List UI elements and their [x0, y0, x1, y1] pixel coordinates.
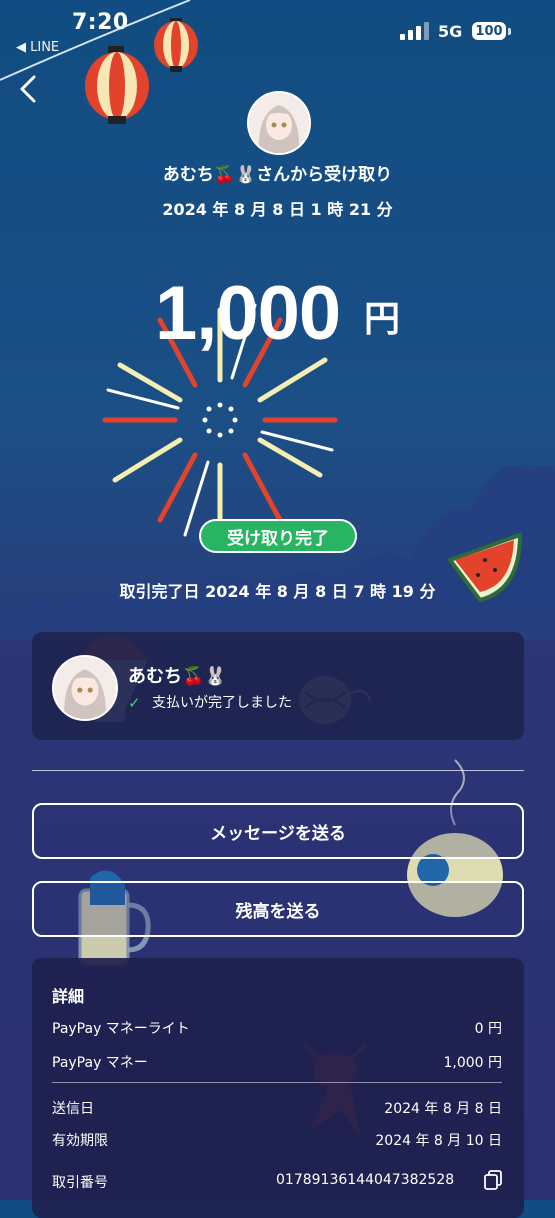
money-label: PayPay マネー	[52, 1055, 148, 1071]
battery-icon: 100	[472, 22, 506, 40]
money-lite-label: PayPay マネーライト	[52, 1021, 190, 1037]
received-date: 2024 年 8 月 8 日 1 時 21 分	[162, 200, 393, 219]
check-icon: ✓	[128, 694, 141, 712]
expiry-value: 2024 年 8 月 10 日	[375, 1133, 502, 1149]
sent-date-value: 2024 年 8 月 8 日	[384, 1101, 502, 1117]
transaction-completed-date: 取引完了日 2024 年 8 月 8 日 7 時 19 分	[119, 582, 436, 601]
status-badge: 受け取り完了	[199, 519, 357, 553]
transaction-id-label: 取引番号	[52, 1175, 108, 1191]
divider	[32, 770, 524, 771]
transaction-id-value: 01789136144047382528	[276, 1172, 455, 1188]
status-time: 7:20	[72, 10, 129, 35]
details-divider	[52, 1082, 502, 1083]
signal-strength-icon	[400, 22, 429, 40]
send-balance-button[interactable]: 残高を送る	[32, 881, 524, 937]
copy-icon[interactable]	[484, 1170, 502, 1190]
sent-date-label: 送信日	[52, 1101, 94, 1117]
lantern-small	[154, 18, 198, 72]
expiry-label: 有効期限	[52, 1133, 108, 1149]
sender-avatar	[247, 91, 311, 155]
money-lite-value: 0 円	[474, 1021, 502, 1037]
payer-avatar[interactable]	[52, 655, 118, 721]
payer-name: あむち🍒🐰	[128, 666, 227, 687]
battery-cap	[508, 28, 511, 35]
payment-status-text: 支払いが完了しました	[152, 695, 292, 711]
network-type: 5G	[438, 22, 463, 41]
lantern-large	[85, 46, 149, 124]
details-title: 詳細	[52, 987, 85, 1006]
money-value: 1,000 円	[443, 1055, 502, 1071]
back-to-line-link[interactable]: ◀ LINE	[16, 40, 59, 55]
amount-unit: 円	[364, 299, 401, 340]
amount-value: 1,000	[155, 271, 341, 356]
back-chevron-icon[interactable]	[16, 74, 40, 104]
received-from-text: あむち🍒🐰さんから受け取り	[162, 165, 393, 185]
send-message-button[interactable]: メッセージを送る	[32, 803, 524, 859]
